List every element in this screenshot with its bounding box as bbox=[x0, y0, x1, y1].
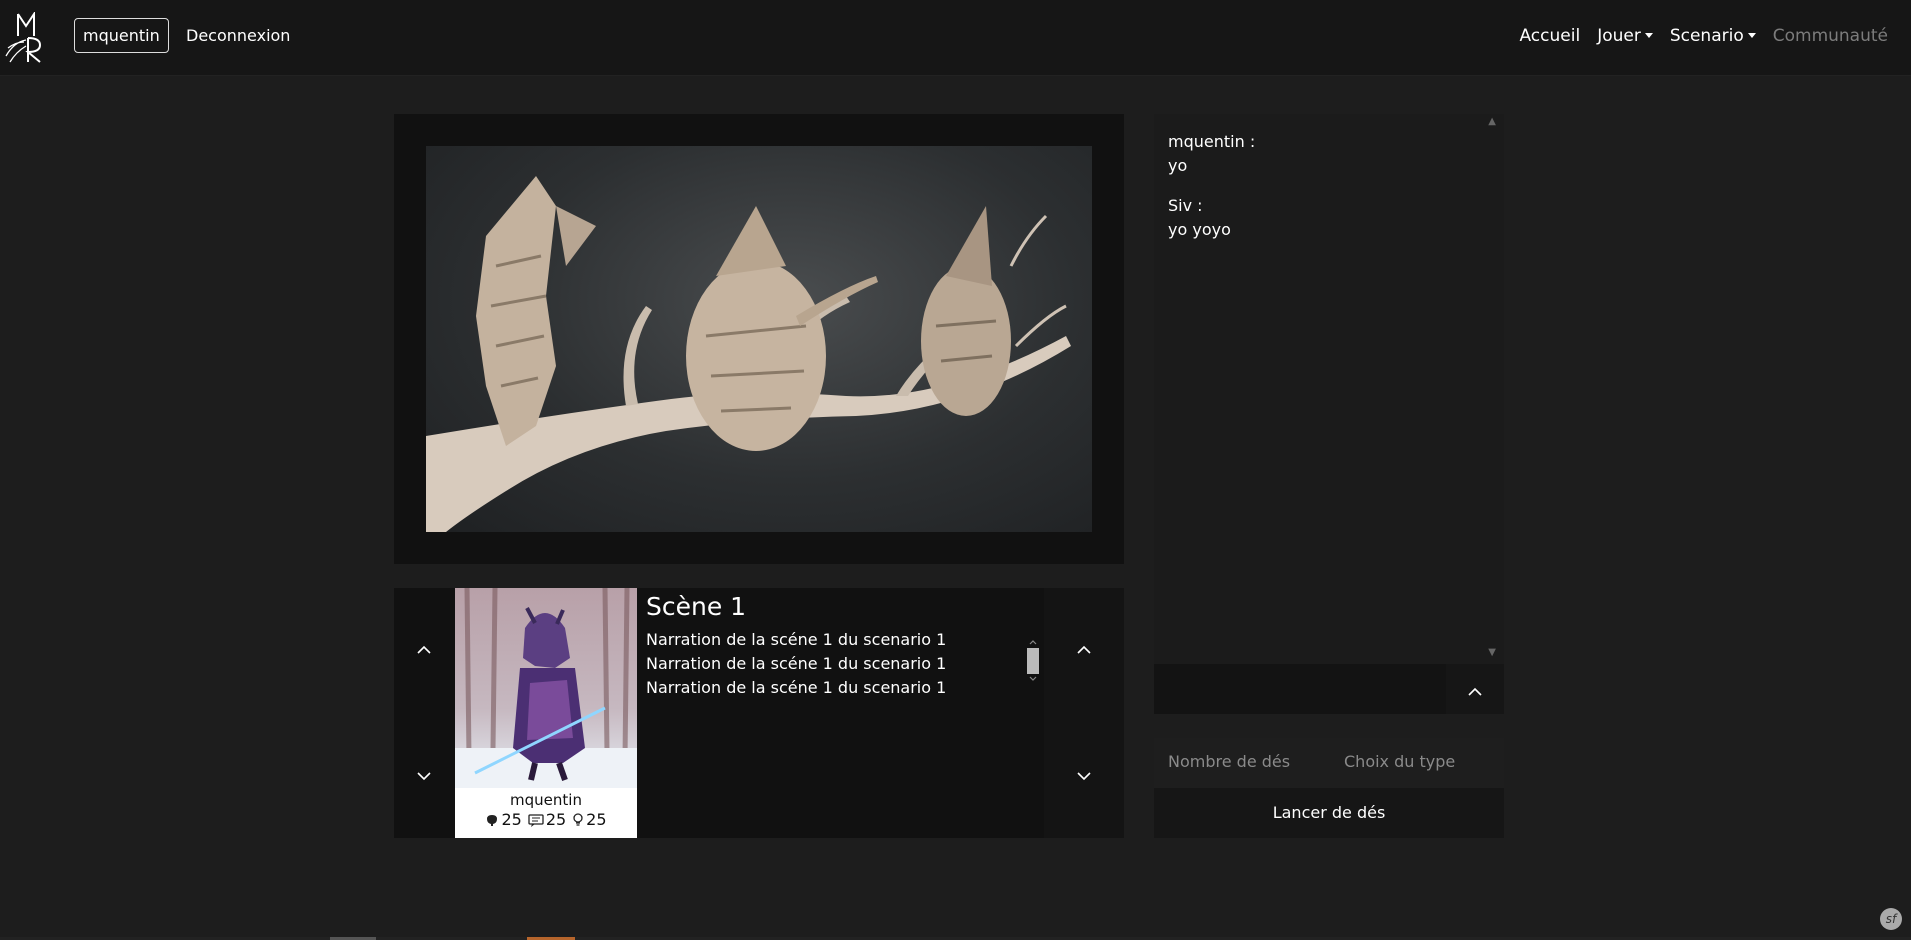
nav-jouer-dropdown[interactable]: Jouer bbox=[1597, 26, 1653, 46]
chevron-up-icon bbox=[417, 645, 431, 654]
stat-intellect-value: 25 bbox=[501, 810, 522, 829]
chevron-up-icon bbox=[1468, 687, 1482, 696]
character-panel: mquentin 25 25 25 Scène 1 Narration de l… bbox=[394, 588, 1124, 838]
stat-wisdom-value: 25 bbox=[586, 810, 607, 829]
chat-panel: mquentin : yo Siv : yo yoyo ▲ ▼ bbox=[1154, 114, 1504, 714]
character-portrait bbox=[455, 588, 637, 788]
stat-charisma: 25 bbox=[528, 810, 566, 829]
chat-scroll-up-icon[interactable]: ▲ bbox=[1488, 116, 1496, 127]
scrollbar-thumb[interactable] bbox=[1027, 648, 1039, 674]
roll-dice-button[interactable]: Lancer de dés bbox=[1154, 788, 1504, 838]
speech-icon bbox=[528, 813, 544, 827]
stat-intellect: 25 bbox=[485, 810, 522, 829]
narration-scrollbar[interactable] bbox=[1026, 632, 1040, 684]
chat-input[interactable] bbox=[1154, 664, 1446, 714]
chevron-up-icon bbox=[1077, 645, 1091, 654]
chat-message: Siv : yo yoyo bbox=[1168, 194, 1490, 242]
dice-count-input[interactable]: Nombre de dés bbox=[1168, 752, 1290, 771]
scene-down-button[interactable] bbox=[1044, 766, 1124, 785]
scene-up-button[interactable] bbox=[1044, 640, 1124, 659]
chevron-down-icon bbox=[417, 772, 431, 781]
chat-send-button[interactable] bbox=[1446, 664, 1504, 714]
nav-communaute[interactable]: Communauté bbox=[1773, 26, 1888, 46]
scene-narration: Narration de la scéne 1 du scenario 1 Na… bbox=[646, 630, 947, 697]
portrait-nav bbox=[394, 588, 454, 838]
character-info: mquentin 25 25 25 bbox=[455, 788, 637, 838]
portrait-down-button[interactable] bbox=[394, 766, 454, 785]
chat-message: mquentin : yo bbox=[1168, 130, 1490, 178]
username-button[interactable]: mquentin bbox=[74, 18, 169, 53]
logout-link[interactable]: Deconnexion bbox=[186, 26, 290, 45]
scene-title: Scène 1 bbox=[646, 592, 747, 621]
stat-charisma-value: 25 bbox=[545, 810, 567, 829]
nav-jouer-label: Jouer bbox=[1597, 26, 1641, 46]
character-name: mquentin bbox=[510, 791, 582, 809]
scroll-up-icon bbox=[1029, 640, 1037, 645]
chat-text: yo bbox=[1168, 156, 1188, 175]
portrait-up-button[interactable] bbox=[394, 640, 454, 659]
dice-panel: Nombre de dés Choix du type Lancer de dé… bbox=[1154, 738, 1504, 838]
nav-accueil[interactable]: Accueil bbox=[1519, 26, 1580, 46]
dice-inputs: Nombre de dés Choix du type bbox=[1154, 738, 1504, 788]
chat-log[interactable]: mquentin : yo Siv : yo yoyo bbox=[1154, 114, 1504, 664]
lightbulb-icon bbox=[573, 812, 583, 826]
chat-text: yo yoyo bbox=[1168, 220, 1231, 239]
chat-author: Siv : bbox=[1168, 196, 1203, 215]
main-nav: Accueil Jouer Scenario Communauté bbox=[1502, 26, 1888, 46]
dice-type-select[interactable]: Choix du type bbox=[1344, 752, 1455, 771]
scene-image bbox=[426, 146, 1092, 532]
brain-icon bbox=[487, 814, 498, 826]
scroll-down-icon bbox=[1029, 676, 1037, 681]
stat-wisdom: 25 bbox=[572, 810, 607, 829]
chat-scroll-down-icon[interactable]: ▼ bbox=[1488, 647, 1496, 658]
scene-image-panel bbox=[394, 114, 1124, 564]
nav-scenario-label: Scenario bbox=[1669, 26, 1744, 46]
symfony-icon[interactable]: sf bbox=[1880, 908, 1902, 930]
nav-scenario-dropdown[interactable]: Scenario bbox=[1670, 26, 1756, 46]
navbar: mquentin Deconnexion Accueil Jouer Scena… bbox=[0, 0, 1911, 76]
scene-nav bbox=[1044, 588, 1124, 838]
logo-icon[interactable] bbox=[4, 10, 46, 64]
chevron-down-icon bbox=[1077, 772, 1091, 781]
character-stats: 25 25 25 bbox=[455, 810, 637, 829]
chat-author: mquentin : bbox=[1168, 132, 1256, 151]
